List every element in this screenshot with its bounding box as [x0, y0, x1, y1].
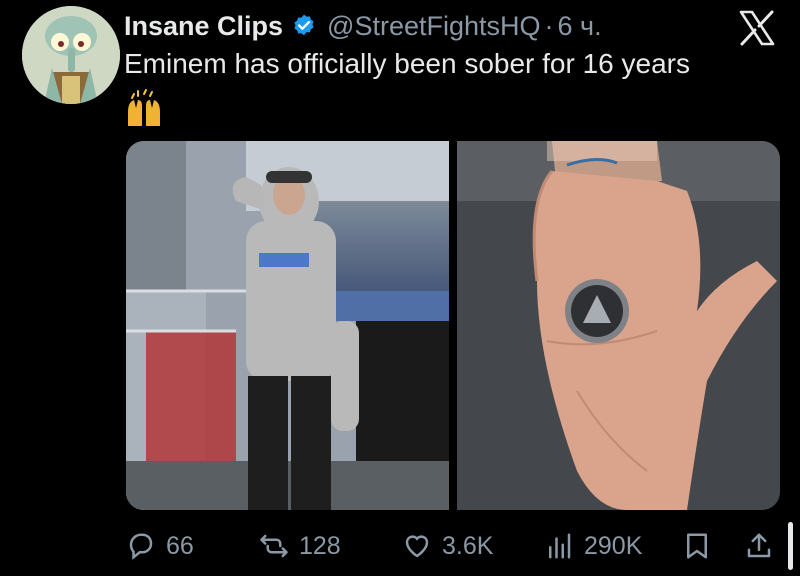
share-button[interactable] [744, 522, 784, 570]
repost-icon [260, 534, 288, 558]
views-button[interactable]: 290K [544, 522, 642, 570]
raising-hands-emoji [128, 89, 160, 126]
author-name[interactable]: Insane Clips [124, 11, 283, 42]
view-count: 290K [584, 531, 643, 560]
tweet-text: Eminem has officially been sober for 16 … [124, 48, 690, 79]
repost-button[interactable]: 128 [259, 522, 341, 570]
separator: · [544, 10, 554, 41]
timestamp[interactable]: 6 ч. [558, 11, 602, 42]
tweet-header: Insane Clips @StreetFightsHQ · 6 ч. [124, 6, 602, 46]
author-handle[interactable]: @StreetFightsHQ [327, 11, 540, 42]
like-count: 3.6K [442, 531, 494, 560]
share-icon [747, 533, 771, 558]
photo-sobriety-coin[interactable] [457, 141, 780, 510]
reply-count: 66 [166, 531, 194, 560]
stadium-photo [126, 141, 449, 510]
coin-photo [457, 141, 780, 510]
bookmark-button[interactable] [682, 522, 722, 570]
tweet-actions: 66 128 3.6K 290K [126, 522, 800, 570]
verified-badge-icon [294, 14, 314, 36]
x-logo-icon[interactable] [738, 10, 776, 46]
views-icon [549, 533, 571, 559]
repost-count: 128 [299, 531, 341, 560]
photo-eminem-stadium[interactable] [126, 141, 449, 510]
reply-icon [129, 533, 153, 560]
scrollbar[interactable] [788, 522, 793, 570]
bookmark-icon [687, 533, 707, 559]
media-grid[interactable] [126, 141, 780, 510]
squidward-avatar-image [22, 6, 120, 104]
like-icon [405, 535, 429, 558]
reply-button[interactable]: 66 [126, 522, 194, 570]
like-button[interactable]: 3.6K [402, 522, 493, 570]
avatar[interactable] [22, 6, 120, 104]
